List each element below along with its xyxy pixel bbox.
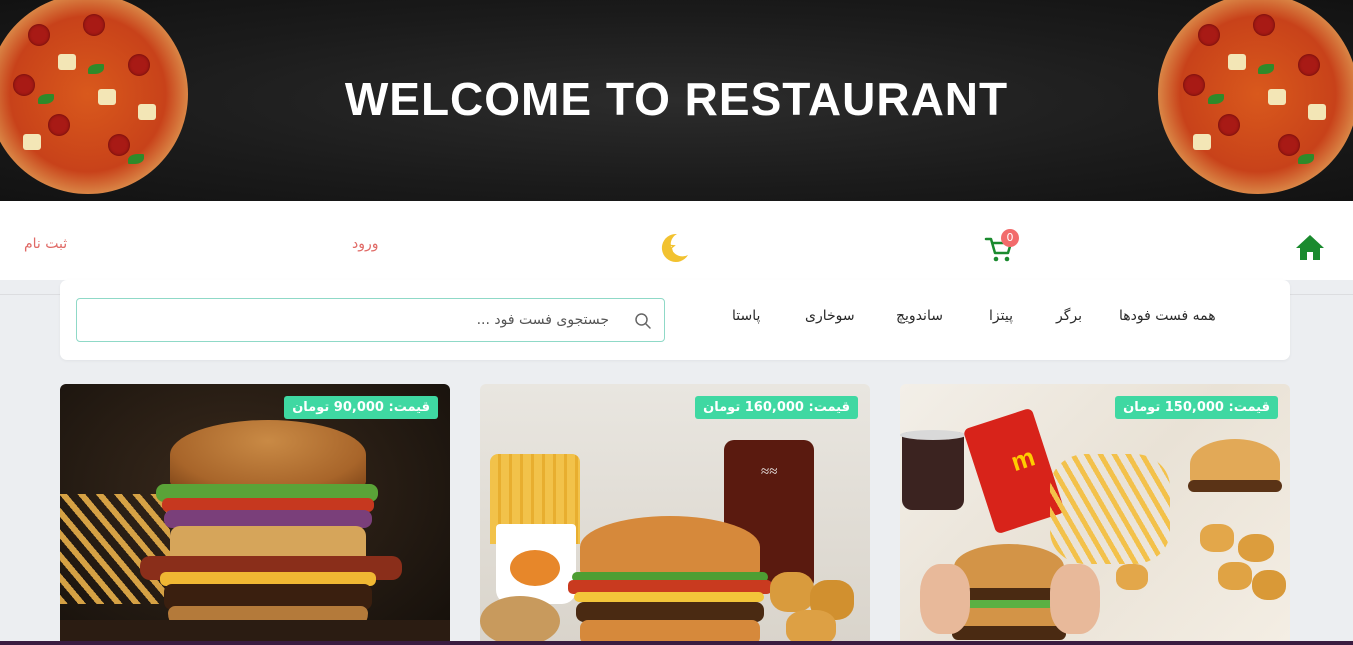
login-link[interactable]: ورود (352, 236, 379, 252)
category-burger[interactable]: برگر (1056, 308, 1082, 324)
home-icon[interactable] (1294, 233, 1326, 261)
cart-count-badge: 0 (1001, 229, 1019, 247)
filter-bar: همه فست فودها برگر پیتزا ساندویچ سوخاری … (60, 280, 1290, 360)
category-all[interactable]: همه فست فودها (1119, 308, 1216, 324)
price-badge: قیمت: 150,000 تومان (1115, 396, 1278, 419)
bottom-edge (0, 641, 1353, 645)
pizza-image-right (1158, 0, 1353, 194)
dark-mode-toggle-icon[interactable] (657, 231, 691, 265)
category-pasta[interactable]: پاستا (732, 308, 760, 324)
product-image: ≈≈ (480, 384, 870, 645)
product-card[interactable]: ≈≈ قیمت: 160,000 تومان (480, 384, 870, 645)
price-badge: قیمت: 90,000 تومان (284, 396, 438, 419)
hero-banner: WELCOME TO RESTAURANT (0, 0, 1353, 201)
product-card[interactable]: قیمت: 90,000 تومان (60, 384, 450, 645)
search-box (76, 298, 665, 342)
price-badge: قیمت: 160,000 تومان (695, 396, 858, 419)
category-sandwich[interactable]: ساندویچ (896, 308, 943, 324)
product-image (60, 384, 450, 645)
product-image: m (900, 384, 1290, 645)
search-icon[interactable] (634, 312, 652, 330)
search-input[interactable] (87, 299, 615, 341)
category-pizza[interactable]: پیتزا (989, 308, 1013, 324)
register-link[interactable]: ثبت نام (24, 236, 67, 252)
banner-title: WELCOME TO RESTAURANT (344, 73, 1009, 125)
category-fried[interactable]: سوخاری (805, 308, 855, 324)
product-card[interactable]: m قیمت: 150,000 تومان (900, 384, 1290, 645)
